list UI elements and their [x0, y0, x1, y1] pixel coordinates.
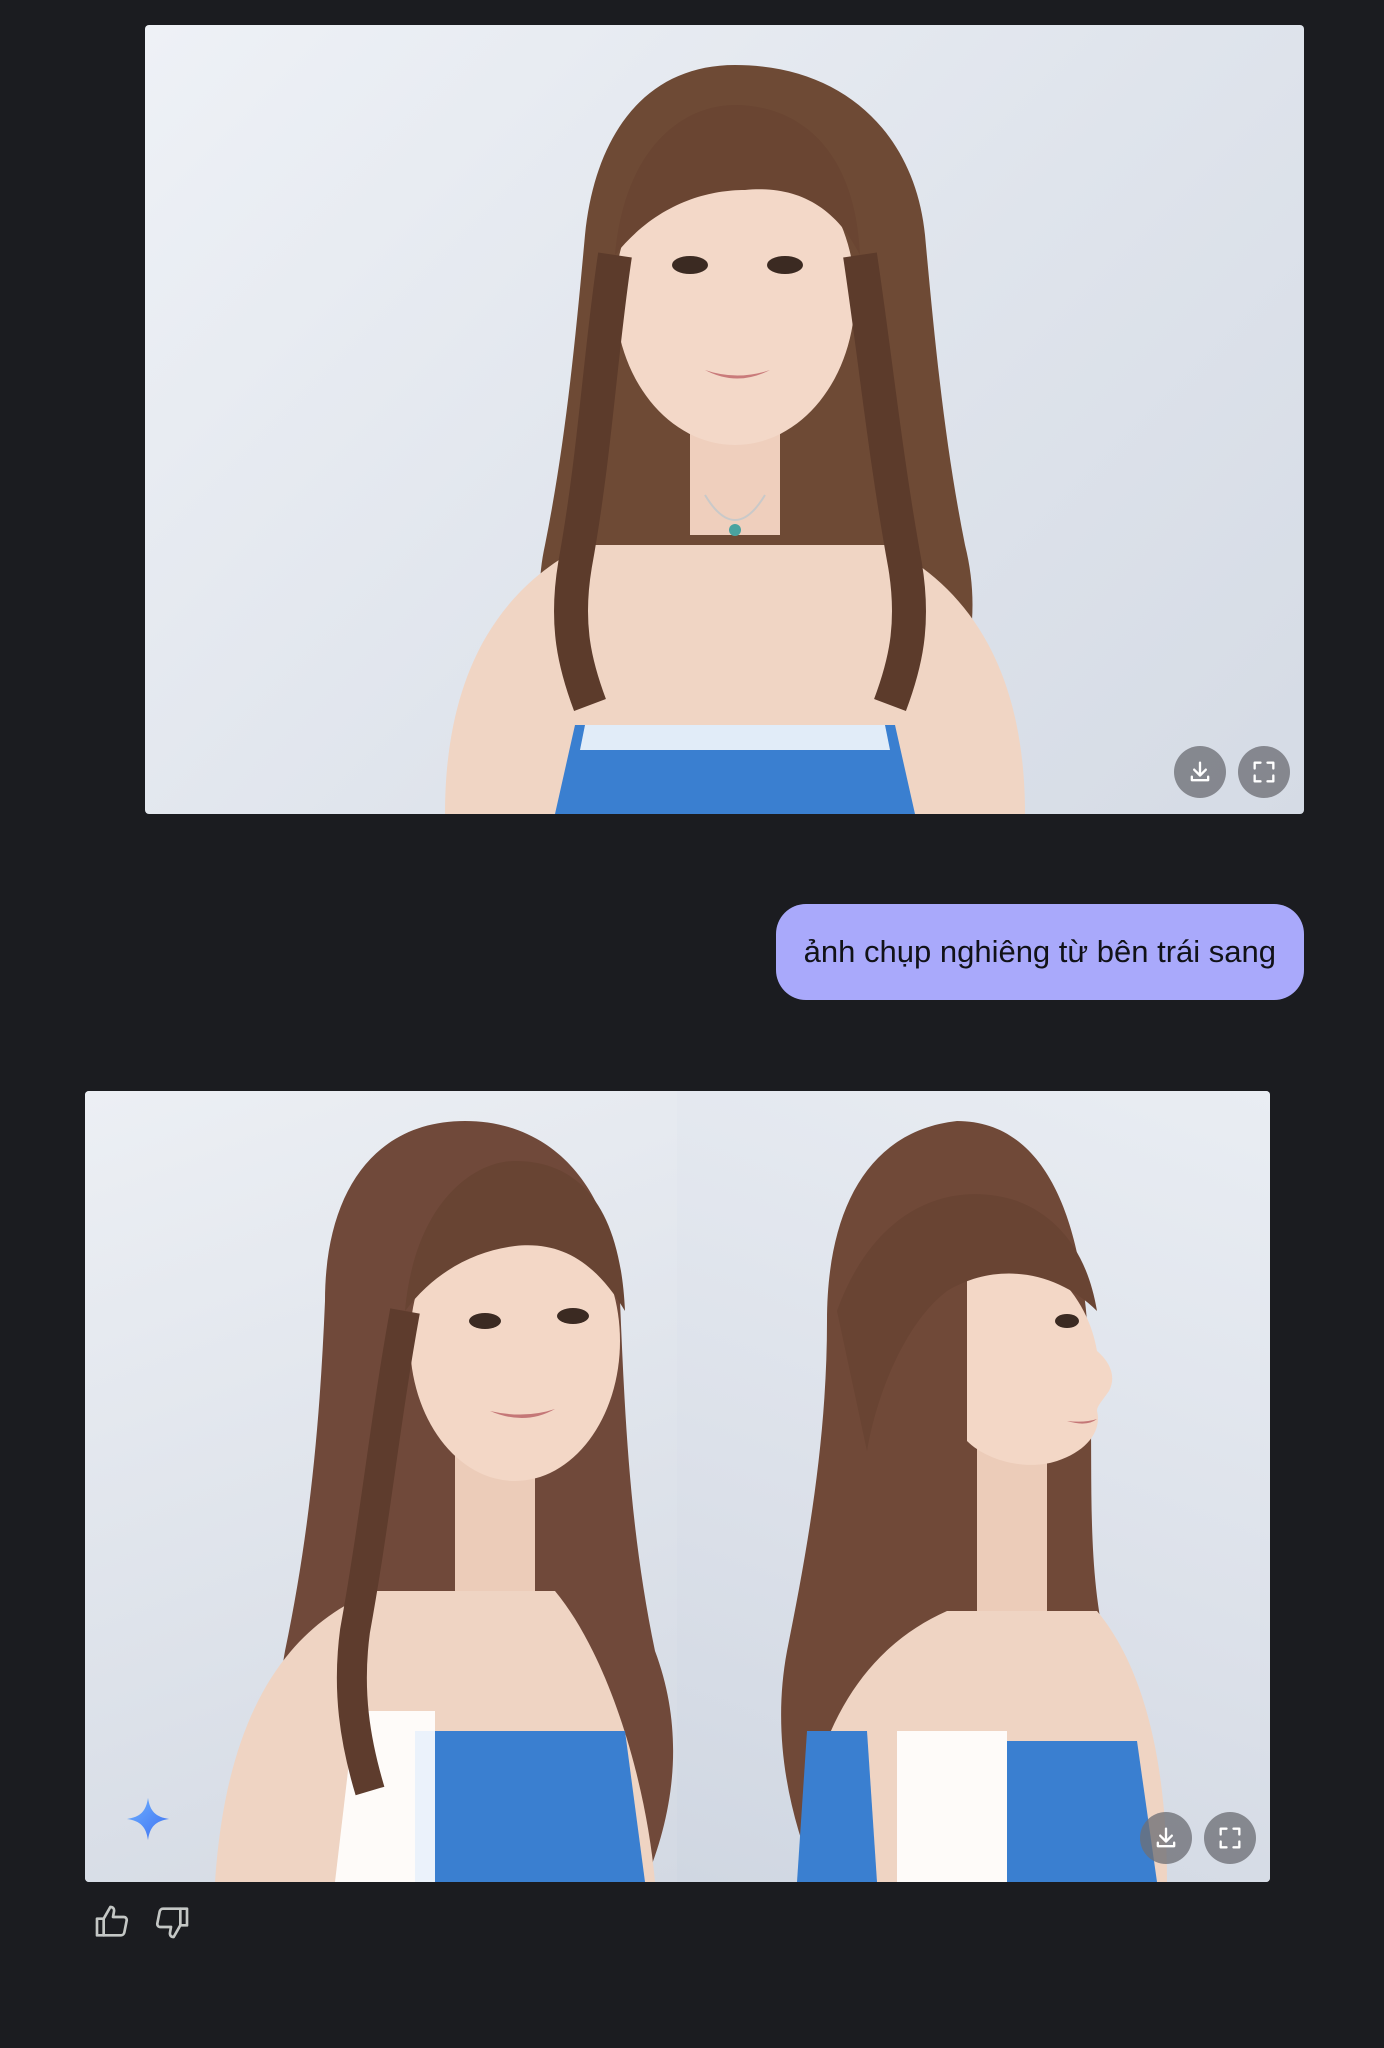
fullscreen-button[interactable]: [1204, 1812, 1256, 1864]
download-icon: [1156, 1827, 1176, 1848]
portrait-illustration: [445, 65, 1025, 814]
image-actions: [1174, 746, 1290, 798]
response-feedback: [90, 1900, 194, 1944]
download-button[interactable]: [1174, 746, 1226, 798]
user-message-bubble: ảnh chụp nghiêng từ bên trái sang: [775, 904, 1304, 1000]
gemini-sparkle-icon: [126, 1797, 170, 1841]
portrait-three-quarter-illustration: [215, 1121, 674, 1882]
image-panel-profile: [677, 1091, 1270, 1882]
dislike-button[interactable]: [150, 1900, 194, 1944]
like-button[interactable]: [90, 1900, 134, 1944]
fullscreen-button[interactable]: [1238, 746, 1290, 798]
user-message-text: ảnh chụp nghiêng từ bên trái sang: [803, 934, 1276, 969]
thumbs-up-icon: [95, 1905, 129, 1937]
image-actions: [1140, 1812, 1256, 1864]
generated-image-side-profiles[interactable]: [85, 1091, 1270, 1882]
image-panel-three-quarter: [85, 1091, 677, 1882]
download-icon: [1190, 761, 1210, 782]
chat-page: ảnh chụp nghiêng từ bên trái sang: [0, 0, 1384, 2048]
download-button[interactable]: [1140, 1812, 1192, 1864]
generated-image-portrait-front[interactable]: [145, 25, 1304, 814]
thumbs-down-icon: [155, 1907, 189, 1939]
fullscreen-icon: [1219, 1827, 1241, 1849]
portrait-profile-illustration: [781, 1121, 1167, 1882]
fullscreen-icon: [1253, 761, 1275, 783]
